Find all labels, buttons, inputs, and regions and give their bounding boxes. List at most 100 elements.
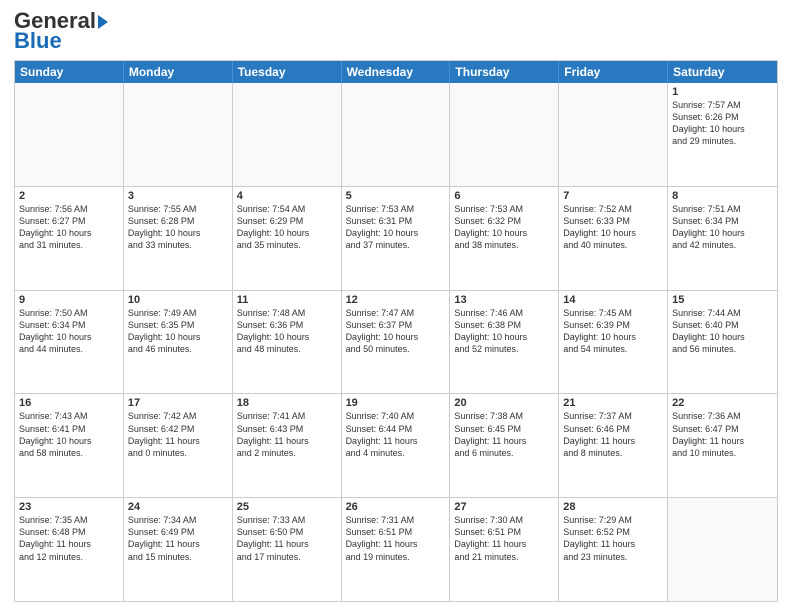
- calendar-row-2: 9Sunrise: 7:50 AM Sunset: 6:34 PM Daylig…: [15, 291, 777, 395]
- day-info: Sunrise: 7:49 AM Sunset: 6:35 PM Dayligh…: [128, 307, 228, 356]
- header-day-saturday: Saturday: [668, 61, 777, 83]
- day-cell-8: 8Sunrise: 7:51 AM Sunset: 6:34 PM Daylig…: [668, 187, 777, 290]
- day-number: 12: [346, 294, 446, 306]
- logo: General Blue: [14, 10, 108, 54]
- day-info: Sunrise: 7:33 AM Sunset: 6:50 PM Dayligh…: [237, 514, 337, 563]
- day-info: Sunrise: 7:29 AM Sunset: 6:52 PM Dayligh…: [563, 514, 663, 563]
- day-cell-20: 20Sunrise: 7:38 AM Sunset: 6:45 PM Dayli…: [450, 394, 559, 497]
- day-cell-25: 25Sunrise: 7:33 AM Sunset: 6:50 PM Dayli…: [233, 498, 342, 601]
- header-day-tuesday: Tuesday: [233, 61, 342, 83]
- header-day-sunday: Sunday: [15, 61, 124, 83]
- day-info: Sunrise: 7:30 AM Sunset: 6:51 PM Dayligh…: [454, 514, 554, 563]
- empty-cell: [15, 83, 124, 186]
- day-info: Sunrise: 7:53 AM Sunset: 6:32 PM Dayligh…: [454, 203, 554, 252]
- empty-cell: [668, 498, 777, 601]
- day-info: Sunrise: 7:31 AM Sunset: 6:51 PM Dayligh…: [346, 514, 446, 563]
- day-info: Sunrise: 7:35 AM Sunset: 6:48 PM Dayligh…: [19, 514, 119, 563]
- calendar-row-1: 2Sunrise: 7:56 AM Sunset: 6:27 PM Daylig…: [15, 187, 777, 291]
- day-number: 22: [672, 397, 773, 409]
- day-number: 13: [454, 294, 554, 306]
- day-info: Sunrise: 7:38 AM Sunset: 6:45 PM Dayligh…: [454, 410, 554, 459]
- calendar-row-4: 23Sunrise: 7:35 AM Sunset: 6:48 PM Dayli…: [15, 498, 777, 601]
- header-day-friday: Friday: [559, 61, 668, 83]
- day-info: Sunrise: 7:46 AM Sunset: 6:38 PM Dayligh…: [454, 307, 554, 356]
- day-info: Sunrise: 7:41 AM Sunset: 6:43 PM Dayligh…: [237, 410, 337, 459]
- logo-arrow-icon: [98, 15, 108, 29]
- header-day-wednesday: Wednesday: [342, 61, 451, 83]
- day-info: Sunrise: 7:48 AM Sunset: 6:36 PM Dayligh…: [237, 307, 337, 356]
- logo-blue-text: Blue: [14, 28, 62, 54]
- day-info: Sunrise: 7:45 AM Sunset: 6:39 PM Dayligh…: [563, 307, 663, 356]
- day-info: Sunrise: 7:56 AM Sunset: 6:27 PM Dayligh…: [19, 203, 119, 252]
- day-cell-19: 19Sunrise: 7:40 AM Sunset: 6:44 PM Dayli…: [342, 394, 451, 497]
- day-number: 1: [672, 86, 773, 98]
- day-number: 4: [237, 190, 337, 202]
- day-info: Sunrise: 7:44 AM Sunset: 6:40 PM Dayligh…: [672, 307, 773, 356]
- day-info: Sunrise: 7:34 AM Sunset: 6:49 PM Dayligh…: [128, 514, 228, 563]
- day-number: 27: [454, 501, 554, 513]
- day-number: 16: [19, 397, 119, 409]
- day-cell-3: 3Sunrise: 7:55 AM Sunset: 6:28 PM Daylig…: [124, 187, 233, 290]
- empty-cell: [450, 83, 559, 186]
- day-info: Sunrise: 7:57 AM Sunset: 6:26 PM Dayligh…: [672, 99, 773, 148]
- day-info: Sunrise: 7:54 AM Sunset: 6:29 PM Dayligh…: [237, 203, 337, 252]
- day-number: 19: [346, 397, 446, 409]
- day-number: 10: [128, 294, 228, 306]
- day-number: 3: [128, 190, 228, 202]
- day-info: Sunrise: 7:51 AM Sunset: 6:34 PM Dayligh…: [672, 203, 773, 252]
- day-cell-16: 16Sunrise: 7:43 AM Sunset: 6:41 PM Dayli…: [15, 394, 124, 497]
- day-number: 5: [346, 190, 446, 202]
- empty-cell: [233, 83, 342, 186]
- day-number: 20: [454, 397, 554, 409]
- day-number: 14: [563, 294, 663, 306]
- day-number: 9: [19, 294, 119, 306]
- calendar-row-0: 1Sunrise: 7:57 AM Sunset: 6:26 PM Daylig…: [15, 83, 777, 187]
- empty-cell: [124, 83, 233, 186]
- day-cell-9: 9Sunrise: 7:50 AM Sunset: 6:34 PM Daylig…: [15, 291, 124, 394]
- day-cell-28: 28Sunrise: 7:29 AM Sunset: 6:52 PM Dayli…: [559, 498, 668, 601]
- day-cell-2: 2Sunrise: 7:56 AM Sunset: 6:27 PM Daylig…: [15, 187, 124, 290]
- day-number: 8: [672, 190, 773, 202]
- day-info: Sunrise: 7:36 AM Sunset: 6:47 PM Dayligh…: [672, 410, 773, 459]
- day-number: 26: [346, 501, 446, 513]
- day-info: Sunrise: 7:37 AM Sunset: 6:46 PM Dayligh…: [563, 410, 663, 459]
- day-cell-23: 23Sunrise: 7:35 AM Sunset: 6:48 PM Dayli…: [15, 498, 124, 601]
- page: General Blue SundayMondayTuesdayWednesda…: [0, 0, 792, 612]
- day-number: 18: [237, 397, 337, 409]
- day-number: 24: [128, 501, 228, 513]
- day-number: 7: [563, 190, 663, 202]
- day-number: 11: [237, 294, 337, 306]
- day-number: 25: [237, 501, 337, 513]
- day-cell-4: 4Sunrise: 7:54 AM Sunset: 6:29 PM Daylig…: [233, 187, 342, 290]
- day-number: 23: [19, 501, 119, 513]
- day-info: Sunrise: 7:47 AM Sunset: 6:37 PM Dayligh…: [346, 307, 446, 356]
- day-cell-18: 18Sunrise: 7:41 AM Sunset: 6:43 PM Dayli…: [233, 394, 342, 497]
- day-cell-10: 10Sunrise: 7:49 AM Sunset: 6:35 PM Dayli…: [124, 291, 233, 394]
- day-info: Sunrise: 7:50 AM Sunset: 6:34 PM Dayligh…: [19, 307, 119, 356]
- day-info: Sunrise: 7:43 AM Sunset: 6:41 PM Dayligh…: [19, 410, 119, 459]
- day-cell-14: 14Sunrise: 7:45 AM Sunset: 6:39 PM Dayli…: [559, 291, 668, 394]
- day-number: 21: [563, 397, 663, 409]
- day-info: Sunrise: 7:55 AM Sunset: 6:28 PM Dayligh…: [128, 203, 228, 252]
- calendar-row-3: 16Sunrise: 7:43 AM Sunset: 6:41 PM Dayli…: [15, 394, 777, 498]
- day-cell-24: 24Sunrise: 7:34 AM Sunset: 6:49 PM Dayli…: [124, 498, 233, 601]
- day-number: 2: [19, 190, 119, 202]
- calendar-body: 1Sunrise: 7:57 AM Sunset: 6:26 PM Daylig…: [15, 83, 777, 601]
- day-info: Sunrise: 7:42 AM Sunset: 6:42 PM Dayligh…: [128, 410, 228, 459]
- day-info: Sunrise: 7:52 AM Sunset: 6:33 PM Dayligh…: [563, 203, 663, 252]
- day-number: 17: [128, 397, 228, 409]
- calendar: SundayMondayTuesdayWednesdayThursdayFrid…: [14, 60, 778, 602]
- day-cell-17: 17Sunrise: 7:42 AM Sunset: 6:42 PM Dayli…: [124, 394, 233, 497]
- day-cell-26: 26Sunrise: 7:31 AM Sunset: 6:51 PM Dayli…: [342, 498, 451, 601]
- day-cell-13: 13Sunrise: 7:46 AM Sunset: 6:38 PM Dayli…: [450, 291, 559, 394]
- day-cell-1: 1Sunrise: 7:57 AM Sunset: 6:26 PM Daylig…: [668, 83, 777, 186]
- day-number: 28: [563, 501, 663, 513]
- day-info: Sunrise: 7:40 AM Sunset: 6:44 PM Dayligh…: [346, 410, 446, 459]
- header: General Blue: [14, 10, 778, 54]
- day-number: 15: [672, 294, 773, 306]
- day-cell-22: 22Sunrise: 7:36 AM Sunset: 6:47 PM Dayli…: [668, 394, 777, 497]
- header-day-monday: Monday: [124, 61, 233, 83]
- empty-cell: [342, 83, 451, 186]
- day-cell-7: 7Sunrise: 7:52 AM Sunset: 6:33 PM Daylig…: [559, 187, 668, 290]
- day-cell-11: 11Sunrise: 7:48 AM Sunset: 6:36 PM Dayli…: [233, 291, 342, 394]
